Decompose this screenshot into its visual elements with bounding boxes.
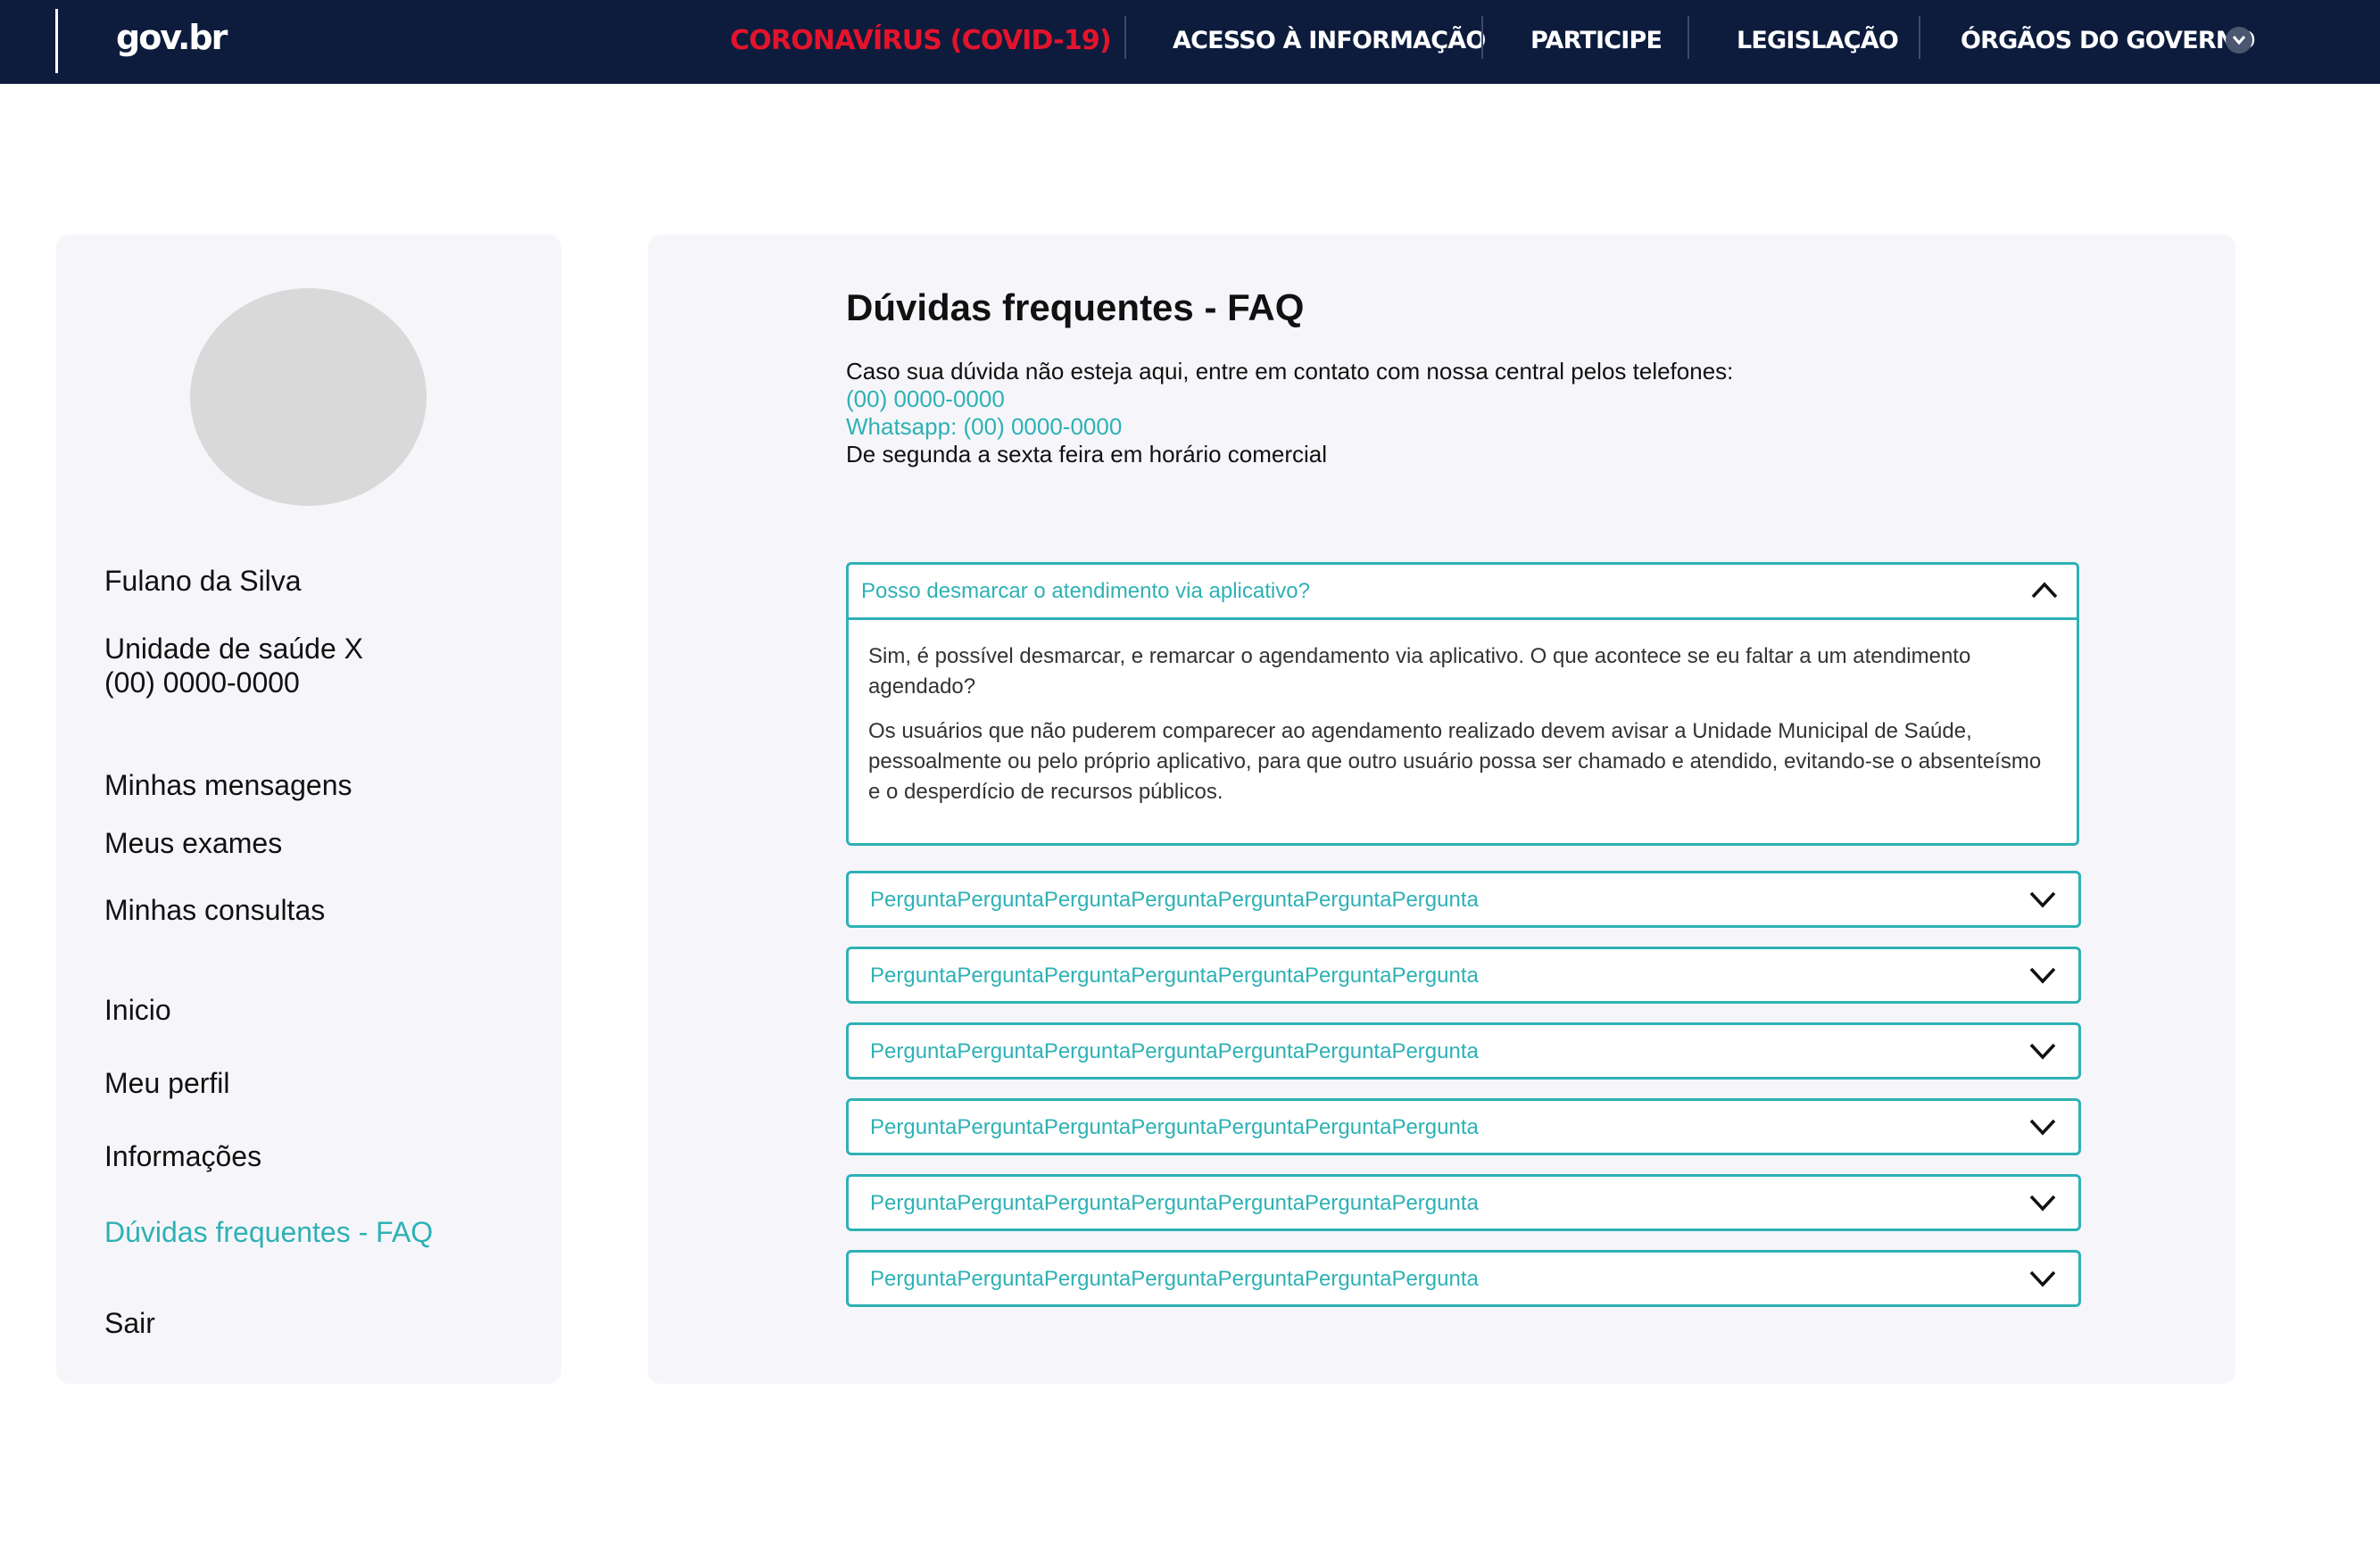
sidebar: Fulano da Silva Unidade de saúde X (00) … xyxy=(56,235,561,1384)
chevron-down-icon[interactable] xyxy=(2028,965,2057,985)
faq-question: PerguntaPerguntaPerguntaPerguntaPergunta… xyxy=(870,1191,1479,1215)
contact-intro: Caso sua dúvida não esteja aqui, entre e… xyxy=(846,358,1734,385)
faq-item[interactable]: PerguntaPerguntaPerguntaPerguntaPergunta… xyxy=(846,947,2081,1004)
divider xyxy=(55,9,58,73)
sidebar-item-exames[interactable]: Meus exames xyxy=(104,827,282,860)
govbr-logo[interactable]: gov.br xyxy=(116,18,228,57)
chevron-down-icon[interactable] xyxy=(2226,27,2252,54)
contact-whatsapp[interactable]: Whatsapp: (00) 0000-0000 xyxy=(846,413,1122,441)
chevron-up-icon[interactable] xyxy=(2030,580,2059,600)
faq-item[interactable]: PerguntaPerguntaPerguntaPerguntaPergunta… xyxy=(846,871,2081,928)
faq-question: PerguntaPerguntaPerguntaPerguntaPergunta… xyxy=(870,1039,1479,1063)
sidebar-item-informacoes[interactable]: Informações xyxy=(104,1140,261,1173)
avatar xyxy=(190,288,427,506)
sidebar-item-faq[interactable]: Dúvidas frequentes - FAQ xyxy=(104,1216,433,1249)
faq-answer: Sim, é possível desmarcar, e remarcar o … xyxy=(868,641,2055,807)
user-name: Fulano da Silva xyxy=(104,565,302,597)
chevron-down-icon[interactable] xyxy=(2028,1269,2057,1288)
faq-item-expanded: Posso desmarcar o atendimento via aplica… xyxy=(846,562,2079,846)
page-title: Dúvidas frequentes - FAQ xyxy=(846,286,1305,328)
faq-answer-paragraph: Os usuários que não puderem comparecer a… xyxy=(868,719,2042,804)
sidebar-item-consultas[interactable]: Minhas consultas xyxy=(104,894,325,927)
sidebar-item-sair[interactable]: Sair xyxy=(104,1307,155,1340)
faq-item[interactable]: PerguntaPerguntaPerguntaPerguntaPergunta… xyxy=(846,1174,2081,1231)
nav-legislacao[interactable]: LEGISLAÇÃO xyxy=(1737,27,1899,54)
sidebar-item-mensagens[interactable]: Minhas mensagens xyxy=(104,769,352,802)
health-unit: Unidade de saúde X xyxy=(104,633,363,665)
faq-panel: Dúvidas frequentes - FAQ Caso sua dúvida… xyxy=(648,235,2235,1384)
sidebar-item-perfil[interactable]: Meu perfil xyxy=(104,1067,230,1100)
nav-covid[interactable]: CORONAVÍRUS (COVID-19) xyxy=(730,25,1112,56)
faq-question-header[interactable]: Posso desmarcar o atendimento via aplica… xyxy=(849,565,2077,620)
nav-separator xyxy=(1919,16,1920,59)
nav-participe[interactable]: PARTICIPE xyxy=(1530,27,1663,54)
faq-question: PerguntaPerguntaPerguntaPerguntaPergunta… xyxy=(870,888,1479,912)
faq-question: PerguntaPerguntaPerguntaPerguntaPergunta… xyxy=(870,1115,1479,1139)
contact-phone[interactable]: (00) 0000-0000 xyxy=(846,385,1005,413)
faq-item[interactable]: PerguntaPerguntaPerguntaPerguntaPergunta… xyxy=(846,1098,2081,1155)
chevron-down-icon[interactable] xyxy=(2028,889,2057,909)
sidebar-item-inicio[interactable]: Inicio xyxy=(104,994,171,1027)
contact-hours: De segunda a sexta feira em horário come… xyxy=(846,441,1328,467)
chevron-down-icon[interactable] xyxy=(2028,1193,2057,1212)
faq-question: PerguntaPerguntaPerguntaPerguntaPergunta… xyxy=(870,964,1479,988)
faq-item[interactable]: PerguntaPerguntaPerguntaPerguntaPergunta… xyxy=(846,1250,2081,1307)
nav-acesso-informacao[interactable]: ACESSO À INFORMAÇÃO xyxy=(1173,27,1486,54)
faq-question: Posso desmarcar o atendimento via aplica… xyxy=(861,579,1310,603)
faq-item[interactable]: PerguntaPerguntaPerguntaPerguntaPergunta… xyxy=(846,1022,2081,1080)
faq-answer-paragraph: Sim, é possível desmarcar, e remarcar o … xyxy=(868,644,1971,699)
user-phone: (00) 0000-0000 xyxy=(104,666,300,699)
top-bar: gov.br CORONAVÍRUS (COVID-19) ACESSO À I… xyxy=(0,0,2380,84)
nav-separator xyxy=(1481,16,1483,59)
faq-question: PerguntaPerguntaPerguntaPerguntaPergunta… xyxy=(870,1267,1479,1291)
chevron-down-icon[interactable] xyxy=(2028,1117,2057,1137)
chevron-down-icon[interactable] xyxy=(2028,1041,2057,1061)
nav-orgaos-governo[interactable]: ÓRGÃOS DO GOVERNO xyxy=(1961,27,2256,54)
nav-separator xyxy=(1688,16,1689,59)
nav-separator xyxy=(1124,16,1126,59)
